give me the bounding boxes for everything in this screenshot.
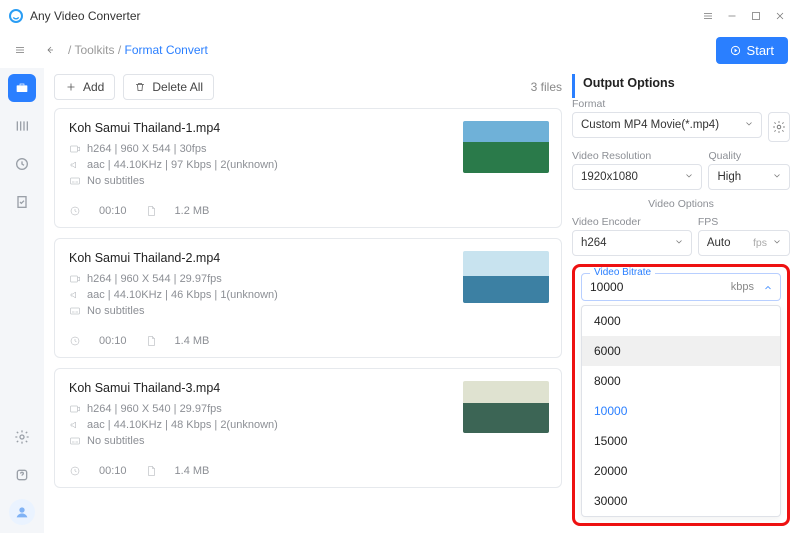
breadcrumb-root[interactable]: Toolkits (74, 43, 114, 57)
bitrate-option[interactable]: 6000 (582, 336, 780, 366)
subtitle-icon (69, 305, 81, 317)
audio-icon (69, 159, 81, 171)
bitrate-combobox[interactable]: Video Bitrate kbps (581, 273, 781, 301)
resolution-select[interactable]: 1920x1080 (572, 164, 702, 190)
delete-all-button[interactable]: Delete All (123, 74, 214, 100)
breadcrumb: / Toolkits / Format Convert (68, 43, 208, 57)
sidebar-item-bookmark[interactable] (8, 188, 36, 216)
file-card[interactable]: Koh Samui Thailand-2.mp4 h264 | 960 X 54… (54, 238, 562, 358)
thumbnail (463, 251, 549, 303)
add-button[interactable]: Add (54, 74, 115, 100)
format-settings-button[interactable] (768, 112, 790, 142)
bitrate-unit: kbps (731, 281, 754, 293)
quality-label: Quality (708, 150, 790, 162)
file-duration: 00:10 (99, 335, 127, 347)
bitrate-option[interactable]: 8000 (582, 366, 780, 396)
output-options-title: Output Options (572, 74, 790, 98)
encoder-label: Video Encoder (572, 216, 692, 228)
bitrate-option[interactable]: 30000 (582, 486, 780, 516)
maximize-button[interactable] (744, 4, 768, 28)
plus-icon (65, 81, 77, 93)
bitrate-option[interactable]: 4000 (582, 306, 780, 336)
start-button[interactable]: Start (716, 37, 788, 64)
bitrate-option[interactable]: 15000 (582, 426, 780, 456)
file-duration: 00:10 (99, 465, 127, 477)
sidebar-item-toolkits[interactable] (8, 74, 36, 102)
file-icon (145, 465, 157, 477)
video-icon (69, 273, 81, 285)
chevron-down-icon (743, 118, 755, 133)
chevron-down-icon (673, 236, 685, 251)
sidebar-item-help[interactable] (8, 461, 36, 489)
audio-icon (69, 419, 81, 431)
bitrate-input[interactable] (590, 280, 699, 294)
resolution-label: Video Resolution (572, 150, 702, 162)
title-bar: Any Video Converter (0, 0, 800, 32)
menu-button[interactable] (696, 4, 720, 28)
sidebar (0, 68, 44, 533)
file-icon (145, 335, 157, 347)
file-card[interactable]: Koh Samui Thailand-3.mp4 h264 | 960 X 54… (54, 368, 562, 488)
top-bar: / Toolkits / Format Convert Start (0, 32, 800, 68)
chevron-down-icon (683, 170, 695, 185)
close-button[interactable] (768, 4, 792, 28)
bitrate-label: Video Bitrate (590, 267, 655, 278)
audio-icon (69, 289, 81, 301)
clock-icon (69, 465, 81, 477)
thumbnail (463, 121, 549, 173)
app-title: Any Video Converter (30, 9, 141, 23)
app-logo-icon (8, 8, 24, 24)
output-options-panel: Output Options Format Custom MP4 Movie(*… (572, 74, 790, 523)
clock-icon (69, 335, 81, 347)
video-icon (69, 143, 81, 155)
breadcrumb-page[interactable]: Format Convert (124, 43, 207, 57)
chevron-up-icon[interactable] (762, 282, 774, 297)
play-icon (730, 45, 741, 56)
clock-icon (69, 205, 81, 217)
subtitle-icon (69, 175, 81, 187)
file-list-panel: Add Delete All 3 files Koh Samui Thailan… (54, 74, 562, 523)
format-select[interactable]: Custom MP4 Movie(*.mp4) (572, 112, 762, 138)
sidebar-item-library[interactable] (8, 112, 36, 140)
fps-label: FPS (698, 216, 790, 228)
bitrate-highlight: Video Bitrate kbps 4000 6000 8000 10000 … (572, 264, 790, 526)
file-size: 1.2 MB (175, 205, 210, 217)
file-duration: 00:10 (99, 205, 127, 217)
subtitle-icon (69, 435, 81, 447)
bitrate-option[interactable]: 10000 (582, 396, 780, 426)
fps-select[interactable]: Auto fps (698, 230, 790, 256)
file-size: 1.4 MB (175, 465, 210, 477)
bitrate-option[interactable]: 20000 (582, 456, 780, 486)
encoder-select[interactable]: h264 (572, 230, 692, 256)
hamburger-icon[interactable] (8, 38, 32, 62)
file-count: 3 files (531, 80, 562, 94)
trash-icon (134, 81, 146, 93)
sidebar-item-history[interactable] (8, 150, 36, 178)
chevron-down-icon (771, 170, 783, 185)
minimize-button[interactable] (720, 4, 744, 28)
video-icon (69, 403, 81, 415)
file-size: 1.4 MB (175, 335, 210, 347)
back-button[interactable] (38, 38, 62, 62)
sidebar-item-settings[interactable] (8, 423, 36, 451)
quality-select[interactable]: High (708, 164, 790, 190)
format-label: Format (572, 98, 790, 110)
user-avatar[interactable] (9, 499, 35, 525)
bitrate-dropdown: 4000 6000 8000 10000 15000 20000 30000 (581, 305, 781, 517)
chevron-down-icon (771, 236, 783, 251)
file-card[interactable]: Koh Samui Thailand-1.mp4 h264 | 960 X 54… (54, 108, 562, 228)
thumbnail (463, 381, 549, 433)
file-icon (145, 205, 157, 217)
video-options-heading: Video Options (572, 198, 790, 210)
